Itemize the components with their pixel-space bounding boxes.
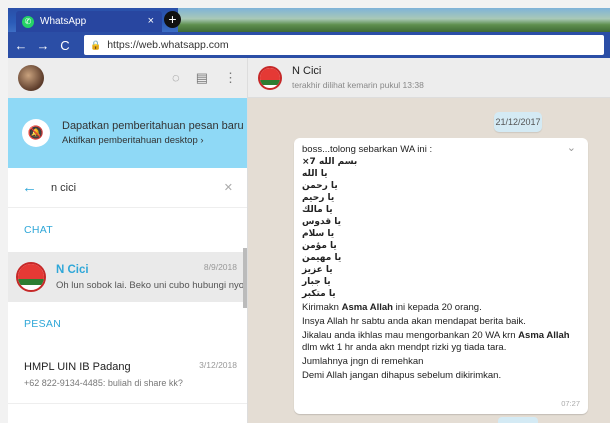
forward-icon[interactable]: → [34,38,52,53]
arabic-line: يا جبار [302,277,331,287]
chat-item-n-cici[interactable]: N Cici Oh lun sobok lai. Beko uni cubo h… [8,252,247,302]
status-icon[interactable]: ◌ [172,70,180,86]
arabic-line: يا عزيز [302,265,333,275]
new-chat-icon[interactable]: ▤ [196,70,208,86]
arabic-line: يا سلام [302,229,335,239]
search-input[interactable]: n cici [51,182,224,194]
conversation-header[interactable]: N Cici terakhir dilihat kemarin pukul 13… [248,58,610,98]
date-chip: 21/12/2017 [494,112,542,132]
message-time: 07:27 [561,399,580,408]
notification-banner[interactable]: 🔕 Dapatkan pemberitahuan pesan baru Akti… [8,98,247,168]
arabic-line: يا رحيم [302,193,335,203]
arabic-line: يا مؤمن [302,241,337,251]
chat-preview: Oh lun sobok lai. Beko uni cubo hubungi … [56,279,245,291]
browser-window: ✆ WhatsApp × + ← → C 🔒 https://web.whats… [8,8,610,423]
chat-list-panel: ◌ ▤ ⋮ 🔕 Dapatkan pemberitahuan pesan bar… [8,58,248,423]
lock-icon: 🔒 [90,39,102,50]
arabic-line: يا مهيمن [302,253,342,263]
tab-whatsapp[interactable]: ✆ WhatsApp × [16,11,162,32]
back-icon[interactable]: ← [12,38,30,53]
scrollbar[interactable] [243,248,247,308]
message-line: Jumlahnya jngn di remehkan [302,356,424,367]
reload-icon[interactable]: C [56,38,74,53]
back-arrow-icon[interactable]: ← [22,179,37,196]
desktop-background [178,8,610,32]
menu-icon[interactable]: ⋮ [224,70,237,86]
whatsapp-icon: ✆ [22,15,34,28]
message-line: Demi Allah jangan dihapus sebelum dikiri… [302,370,502,381]
chat-date: 8/9/2018 [203,262,237,272]
address-bar: ← → C 🔒 https://web.whatsapp.com [8,32,610,58]
message-line: boss...tolong sebarkan WA ini : [302,144,433,155]
contact-name: N Cici [292,65,322,77]
new-tab-button[interactable]: + [164,11,181,28]
arabic-line: بسم الله 7× [302,157,358,167]
arabic-line: يا مالك [302,205,333,215]
contact-avatar [258,65,282,90]
message-line: Kirimakn Asma Allah ini kepada 20 orang. [302,302,482,313]
section-messages: PESAN [24,318,62,330]
notification-link[interactable]: Aktifkan pemberitahuan desktop › [62,135,244,146]
tab-strip: ✆ WhatsApp × + [8,8,610,32]
url-text: https://web.whatsapp.com [107,39,229,51]
arabic-line: يا متكبر [302,289,336,299]
chevron-down-icon[interactable]: ⌄ [567,142,576,154]
message-line: Insya Allah hr sabtu anda akan mendapat … [302,316,526,327]
clear-search-icon[interactable]: ✕ [224,181,233,194]
message-preview: +62 822-9134-4485: buliah di share kk? [24,378,183,388]
bell-off-icon: 🔕 [22,119,50,147]
message-item-hmpl[interactable]: HMPL UIN IB Padang +62 822-9134-4485: bu… [8,346,247,404]
next-date-chip [498,417,538,423]
message-date: 3/12/2018 [199,360,237,370]
tab-close-icon[interactable]: × [148,15,154,27]
notification-title: Dapatkan pemberitahuan pesan baru [62,120,244,132]
section-chat: CHAT [24,224,54,236]
url-input[interactable]: 🔒 https://web.whatsapp.com [84,35,604,55]
search-bar: ← n cici ✕ [8,168,247,208]
arabic-line: يا قدوس [302,217,341,227]
tab-title: WhatsApp [40,16,87,27]
conversation-panel: N Cici terakhir dilihat kemarin pukul 13… [248,58,610,423]
message-bubble: ⌄ boss...tolong sebarkan WA ini : بسم ال… [294,138,588,414]
arabic-line: يا الله [302,169,328,179]
message-line: Jikalau anda ikhlas mau mengorbankan 20 … [302,330,570,353]
left-header: ◌ ▤ ⋮ [8,58,247,98]
contact-avatar [16,262,46,292]
arabic-line: يا رحمن [302,181,338,191]
contact-last-seen: terakhir dilihat kemarin pukul 13:38 [292,80,424,90]
avatar[interactable] [18,65,44,91]
